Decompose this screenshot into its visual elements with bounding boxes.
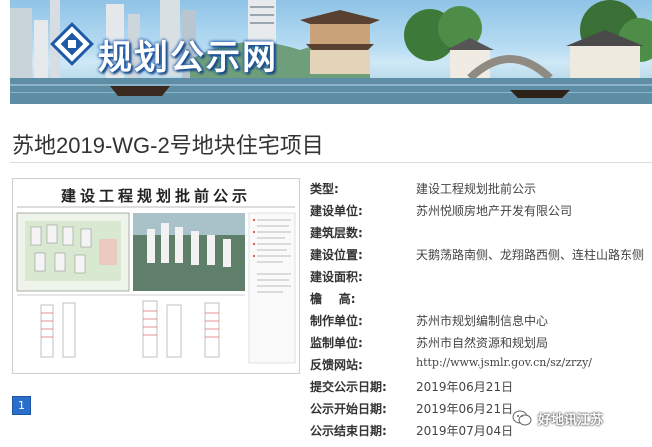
info-label: 类型: [310,182,339,196]
info-value: 2019年06月21日 [416,402,514,416]
header-banner: 规划公示网 [10,0,652,104]
info-value: 2019年06月21日 [416,380,514,394]
info-value: 建设工程规划批前公示 [416,182,537,196]
info-label: 反馈网站: [310,358,363,372]
drawing-content [16,206,296,364]
info-label: 建筑层数: [310,226,363,240]
plan-drawing-image[interactable]: 建设工程规划批前公示 [12,178,300,374]
info-value: 苏州市自然资源和规划局 [416,336,549,350]
watermark-text: 好地讯江苏 [538,412,604,428]
info-label: 建设单位: [310,204,363,218]
info-value: 苏州市规划编制信息中心 [416,314,549,328]
info-value: 天鹅荡路南侧、龙翔路西侧、连柱山路东侧 [416,248,645,262]
info-label: 提交公示日期: [310,380,387,394]
feedback-link[interactable]: http://www.jsmlr.gov.cn/sz/zrzy/ [416,356,592,369]
info-label: 建设位置: [310,248,363,262]
info-label: 建设面积: [310,270,363,284]
info-label: 公示开始日期: [310,402,387,416]
logo-diamond-icon [50,22,94,66]
info-label: 制作单位: [310,314,363,328]
pagination-page-1[interactable]: 1 [12,396,31,415]
banner-title: 规划公示网 [98,38,278,78]
divider [10,162,652,163]
wechat-icon [512,410,532,426]
info-label: 监制单位: [310,336,363,350]
info-value: 2019年07月04日 [416,424,514,438]
info-label: 公示结束日期: [310,424,387,438]
watermark: 好地讯江苏 [512,406,603,430]
info-value: 苏州悦顺房地产开发有限公司 [416,204,573,218]
info-label: 檐 高: [310,292,356,306]
page-title: 苏地2019-WG-2号地块住宅项目 [12,133,324,158]
